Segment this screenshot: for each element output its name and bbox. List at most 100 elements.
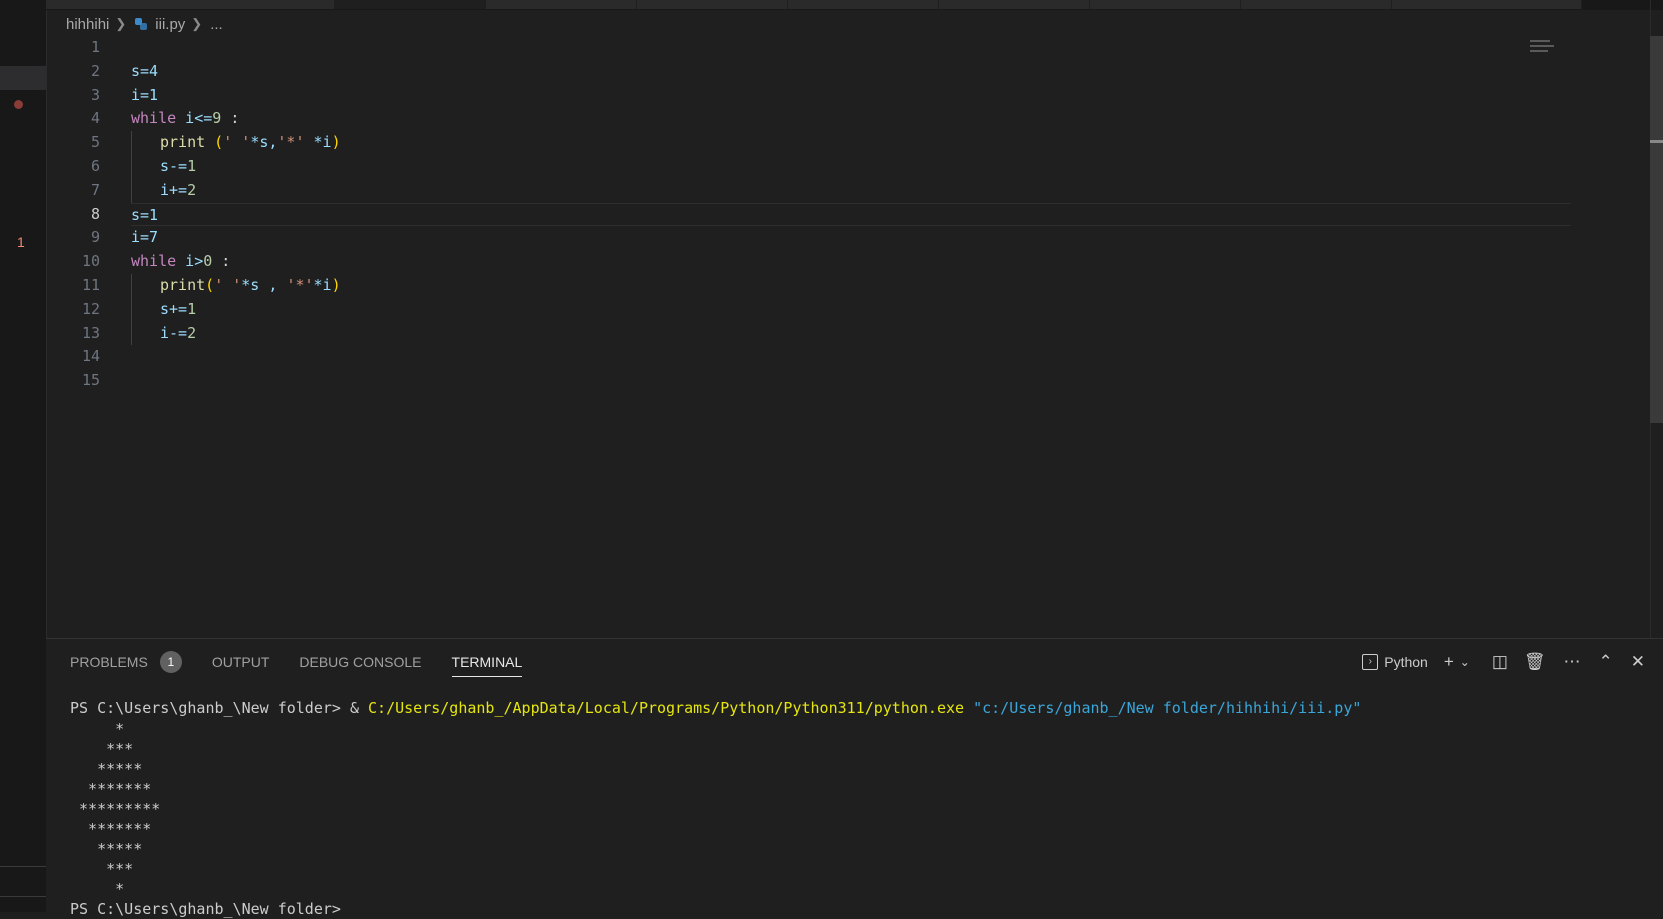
- line-number: 12: [81, 299, 100, 318]
- breadcrumb-more[interactable]: ...: [210, 16, 223, 33]
- tab-terminal-label: TERMINAL: [451, 654, 523, 670]
- terminal-output[interactable]: PS C:\Users\ghanb_\New folder> & C:/User…: [70, 697, 1361, 919]
- code-line-8-current[interactable]: s=1: [131, 202, 1571, 227]
- code-line-4[interactable]: while i<=9 :: [131, 107, 1571, 131]
- keyword-token: while: [131, 109, 177, 128]
- terminal-script-path: "c:/Users/ghanb_/New folder/hihhihi/iii.…: [964, 699, 1362, 717]
- minimap[interactable]: [1530, 40, 1556, 62]
- plus-icon[interactable]: +: [1444, 652, 1454, 672]
- tab-output[interactable]: OUTPUT: [212, 647, 270, 677]
- code-line-7[interactable]: i+=2: [131, 178, 1571, 203]
- editor-tab-strip: [46, 0, 1663, 10]
- breadcrumb-folder[interactable]: hihhihi: [66, 16, 109, 33]
- line-number: 4: [90, 109, 100, 128]
- line-number-gutter: 1 2 3 4 5 6 7 8 9 10 11 12 13 14 15: [46, 36, 100, 393]
- string-token: ' ': [214, 275, 242, 294]
- chevron-up-icon[interactable]: ⌃: [1599, 652, 1613, 672]
- line-number: 7: [90, 180, 100, 199]
- code-token: *s,: [250, 133, 278, 152]
- keyword-token: while: [131, 252, 177, 271]
- editor-tab[interactable]: [788, 0, 939, 9]
- number-token: 2: [187, 323, 197, 342]
- code-token: i=7: [131, 228, 159, 247]
- line-number: 6: [90, 156, 100, 175]
- code-token: *i: [313, 275, 332, 294]
- activity-bar: 1: [0, 0, 47, 912]
- editor-tab[interactable]: [1392, 0, 1582, 9]
- breadcrumb: hihhihi ❯ iii.py ❯ ...: [66, 13, 223, 35]
- editor-scrollbar[interactable]: [1650, 36, 1663, 423]
- scrollbar-cursor-mark: [1650, 140, 1663, 143]
- code-line-2[interactable]: s=4: [131, 60, 1571, 84]
- chevron-right-icon: ❯: [191, 16, 203, 31]
- chevron-right-icon: ❯: [115, 16, 127, 31]
- number-token: 0: [203, 252, 213, 271]
- code-line-15[interactable]: [131, 369, 1571, 393]
- terminal-shell-label[interactable]: Python: [1384, 654, 1428, 670]
- editor-tab[interactable]: [1090, 0, 1241, 9]
- code-line-14[interactable]: [131, 345, 1571, 369]
- code-line-3[interactable]: i=1: [131, 84, 1571, 108]
- line-number: 11: [81, 275, 100, 294]
- tab-problems[interactable]: PROBLEMS 1: [70, 647, 182, 677]
- tab-debug-console[interactable]: DEBUG CONSOLE: [299, 647, 421, 677]
- code-editor[interactable]: 1 2 3 4 5 6 7 8 9 10 11 12 13 14 15 s=4 …: [46, 36, 1646, 636]
- minimap-line: [1530, 45, 1554, 47]
- code-line-13[interactable]: i-=2: [131, 321, 1571, 346]
- code-line-6[interactable]: s-=1: [131, 154, 1571, 179]
- line-number: 5: [90, 133, 100, 152]
- indent-guide: [131, 297, 160, 322]
- breadcrumb-file[interactable]: iii.py: [155, 16, 185, 33]
- more-actions-icon[interactable]: ⋯: [1564, 652, 1581, 672]
- chevron-down-icon[interactable]: ⌄: [1460, 655, 1470, 669]
- terminal-exe-path: C:/Users/ghanb_/AppData/Local/Programs/P…: [368, 699, 965, 717]
- string-token: '*': [286, 275, 314, 294]
- close-icon[interactable]: ✕: [1631, 652, 1645, 672]
- code-token: i=1: [131, 85, 159, 104]
- terminal-output-line: *****: [70, 840, 143, 858]
- editor-tab[interactable]: [46, 0, 335, 9]
- line-number: 15: [81, 371, 100, 390]
- trash-icon[interactable]: 🗑: [1524, 652, 1546, 672]
- editor-tab[interactable]: [486, 0, 637, 9]
- editor-tab-active[interactable]: [335, 0, 486, 9]
- minimap-line: [1530, 40, 1550, 42]
- code-lines[interactable]: s=4 i=1 while i<=9 : print (' '*s,'*' *i…: [131, 36, 1571, 393]
- line-number: 14: [81, 347, 100, 366]
- line-number: 2: [90, 61, 100, 80]
- code-line-10[interactable]: while i>0 :: [131, 250, 1571, 274]
- line-number: 13: [81, 323, 100, 342]
- terminal-icon: ›: [1362, 654, 1379, 670]
- line-number: 3: [90, 85, 100, 104]
- code-token: s-=: [160, 156, 188, 175]
- editor-tab[interactable]: [1241, 0, 1392, 9]
- split-terminal-icon[interactable]: ◫: [1492, 652, 1508, 672]
- code-line-1[interactable]: [131, 36, 1571, 60]
- code-line-12[interactable]: s+=1: [131, 297, 1571, 322]
- code-line-5[interactable]: print (' '*s,'*' *i): [131, 131, 1571, 155]
- bracket-token: ): [331, 275, 341, 294]
- panel-actions: › Python + ⌄ ◫ 🗑 ⋯ ⌃ ✕: [1362, 648, 1645, 676]
- code-token: i-=: [160, 323, 188, 342]
- code-token: i+=: [160, 180, 188, 199]
- tab-problems-label: PROBLEMS: [70, 654, 148, 670]
- code-line-11[interactable]: print(' '*s , '*'*i): [131, 273, 1571, 298]
- terminal-output-line: *: [70, 880, 125, 898]
- code-token: :: [221, 109, 240, 128]
- number-token: 9: [212, 109, 222, 128]
- terminal-prompt: PS C:\Users\ghanb_\New folder> &: [70, 699, 369, 717]
- code-token: *s ,: [241, 275, 287, 294]
- editor-tab[interactable]: [939, 0, 1090, 9]
- function-token: print: [160, 133, 206, 152]
- tab-terminal[interactable]: TERMINAL: [451, 647, 523, 677]
- bracket-token: (: [205, 275, 215, 294]
- editor-tab[interactable]: [637, 0, 788, 9]
- terminal-command-line: PS C:\Users\ghanb_\New folder> & C:/User…: [70, 697, 1361, 719]
- code-line-9[interactable]: i=7: [131, 226, 1571, 250]
- python-file-icon: [134, 17, 148, 31]
- terminal-output-line: *: [70, 720, 125, 738]
- activity-selected-item[interactable]: [0, 66, 46, 90]
- terminal-output-line: *****: [70, 760, 143, 778]
- number-token: 1: [187, 156, 197, 175]
- breakpoint-dot[interactable]: [14, 100, 23, 109]
